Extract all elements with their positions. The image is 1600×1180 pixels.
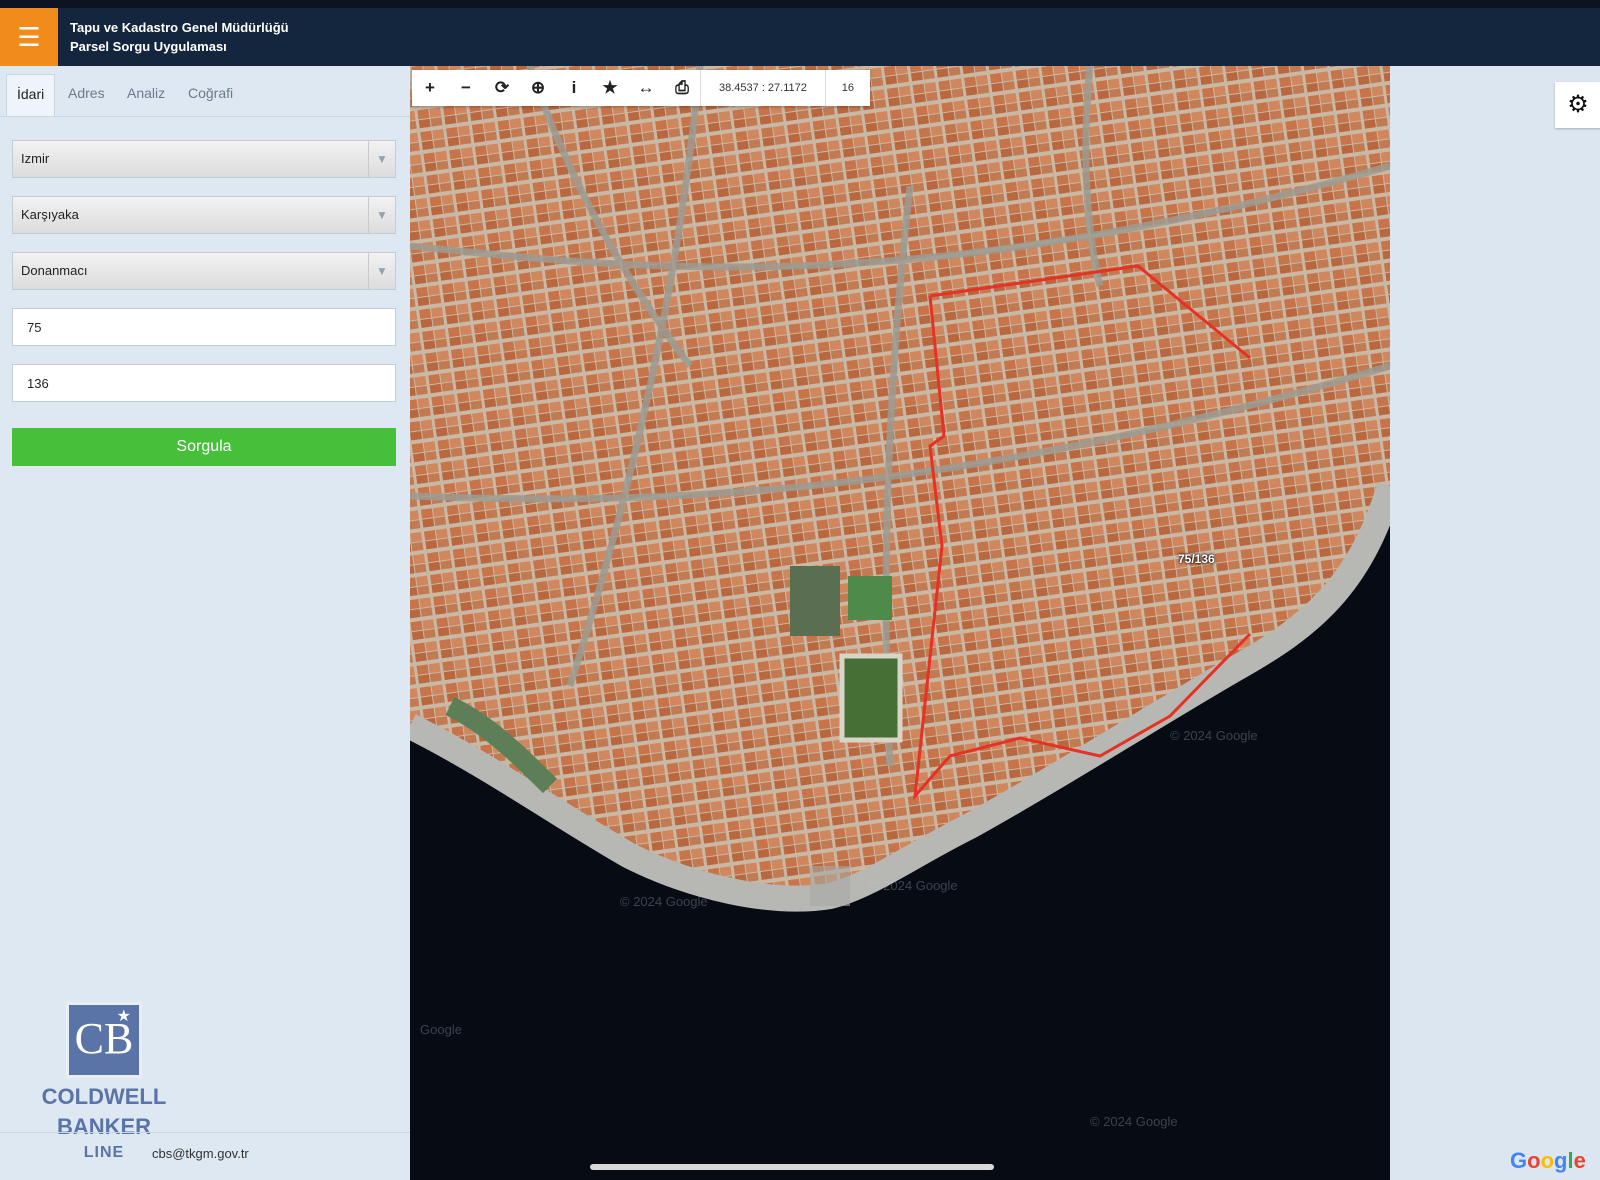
hamburger-icon[interactable]: ☰ — [0, 8, 58, 66]
right-panel: ⚙ Google — [1390, 66, 1600, 1180]
zoom-in-icon[interactable]: + — [412, 70, 448, 106]
province-select[interactable]: Izmir ▼ — [12, 140, 396, 178]
satellite-imagery — [410, 66, 1390, 1180]
app-title-line1: Tapu ve Kadastro Genel Müdürlüğü — [70, 20, 289, 35]
logo-line1: COLDWELL — [41, 1084, 167, 1109]
tab-adres[interactable]: Adres — [58, 74, 115, 116]
home-indicator — [590, 1164, 994, 1170]
zoom-out-icon[interactable]: − — [448, 70, 484, 106]
parcel-input[interactable] — [12, 364, 396, 402]
map-view[interactable]: + − ⟳ ⊕ i ★ ↔ ⎙ 38.4537 : 27.1172 16 75/… — [410, 66, 1390, 1180]
map-watermark: © 2024 Google — [1090, 1114, 1178, 1129]
map-toolbar: + − ⟳ ⊕ i ★ ↔ ⎙ 38.4537 : 27.1172 16 — [412, 70, 870, 106]
star-icon: ★ — [116, 1008, 131, 1025]
print-icon[interactable]: ⎙ — [664, 70, 700, 106]
chevron-down-icon: ▼ — [368, 197, 395, 233]
tab-cografi[interactable]: Coğrafi — [178, 74, 243, 116]
tab-analiz[interactable]: Analiz — [117, 74, 175, 116]
footer-divider — [0, 1132, 410, 1133]
tab-idari[interactable]: İdari — [6, 74, 56, 116]
map-watermark: © 2024 Google — [620, 894, 708, 909]
status-strip — [0, 0, 1600, 8]
block-input[interactable] — [12, 308, 396, 346]
app-title: Tapu ve Kadastro Genel Müdürlüğü Parsel … — [70, 18, 289, 56]
star-icon[interactable]: ★ — [592, 70, 628, 106]
parcel-label[interactable]: 75/136 — [1178, 552, 1215, 566]
neighborhood-select[interactable]: Donanmacı ▼ — [12, 252, 396, 290]
coldwell-banker-logo: CB ★ COLDWELL BANKER LINE — [36, 1002, 172, 1162]
google-logo: Google — [1510, 1148, 1586, 1173]
map-watermark: Google — [420, 1022, 462, 1037]
info-icon[interactable]: i — [556, 70, 592, 106]
logo-line2: BANKER — [56, 1114, 152, 1139]
refresh-icon[interactable]: ⟳ — [484, 70, 520, 106]
chevron-down-icon: ▼ — [368, 253, 395, 289]
contact-email[interactable]: cbs@tkgm.gov.tr — [152, 1146, 249, 1161]
app-header: ☰ Tapu ve Kadastro Genel Müdürlüğü Parse… — [0, 8, 1600, 66]
gear-icon[interactable]: ⚙ — [1555, 82, 1600, 128]
province-value: Izmir — [21, 151, 50, 166]
coordinates-readout: 38.4537 : 27.1172 — [700, 70, 826, 106]
district-select[interactable]: Karşıyaka ▼ — [12, 196, 396, 234]
chevron-down-icon: ▼ — [368, 141, 395, 177]
neighborhood-value: Donanmacı — [21, 263, 88, 278]
locate-icon[interactable]: ⊕ — [520, 70, 556, 106]
zoom-level: 16 — [841, 82, 855, 94]
map-watermark: © 2024 Google — [870, 878, 958, 893]
app-title-line2: Parsel Sorgu Uygulaması — [70, 39, 227, 54]
sidebar: İdari Adres Analiz Coğrafi Izmir ▼ Karşı… — [0, 66, 411, 1180]
query-button[interactable]: Sorgula — [12, 428, 396, 466]
measure-icon[interactable]: ↔ — [628, 70, 664, 106]
tab-bar: İdari Adres Analiz Coğrafi — [0, 66, 410, 117]
district-value: Karşıyaka — [21, 207, 79, 222]
map-watermark: © 2024 Google — [1170, 728, 1258, 743]
cb-monogram: CB ★ — [66, 1002, 142, 1078]
